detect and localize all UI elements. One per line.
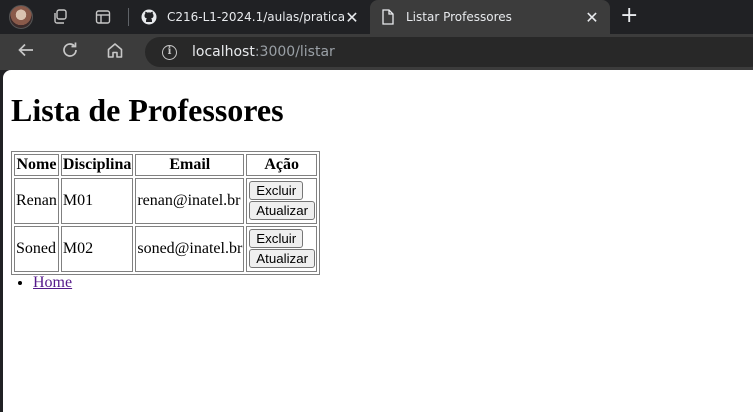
home-link[interactable]: Home bbox=[33, 274, 72, 291]
atualizar-button[interactable]: Atualizar bbox=[249, 249, 316, 268]
tab-title: C216-L1-2024.1/aulas/pratica-5/ bbox=[167, 10, 344, 24]
column-header-disciplina: Disciplina bbox=[60, 154, 134, 176]
excluir-button[interactable]: Excluir bbox=[249, 229, 304, 248]
professors-table: Nome Disciplina Email Ação Renan M01 ren… bbox=[11, 151, 321, 275]
info-icon[interactable]: i bbox=[162, 44, 177, 60]
page-title: Lista de Professores bbox=[11, 92, 284, 128]
cell-acao: Excluir Atualizar bbox=[246, 226, 318, 272]
column-header-nome: Nome bbox=[14, 154, 59, 176]
tab-github[interactable]: C216-L1-2024.1/aulas/pratica-5/ ✕ bbox=[133, 0, 370, 34]
close-icon[interactable]: ✕ bbox=[344, 8, 360, 27]
url-host: localhost bbox=[192, 44, 255, 60]
excluir-button[interactable]: Excluir bbox=[249, 181, 304, 200]
cell-email: soned@inatel.br bbox=[135, 226, 245, 272]
tab-listar-professores[interactable]: Listar Professores ✕ bbox=[370, 0, 610, 34]
table-row: Soned M02 soned@inatel.br Excluir Atuali… bbox=[14, 226, 318, 272]
atualizar-button[interactable]: Atualizar bbox=[249, 201, 316, 220]
page-viewport: Lista de Professores Nome Disciplina Ema… bbox=[3, 70, 753, 412]
nav-links: Home bbox=[11, 274, 72, 292]
github-icon bbox=[141, 9, 157, 25]
close-icon[interactable]: ✕ bbox=[584, 8, 600, 27]
cell-disciplina: M02 bbox=[60, 226, 134, 272]
workspaces-icon[interactable] bbox=[52, 9, 68, 28]
list-item: Home bbox=[33, 274, 72, 292]
cell-email: renan@inatel.br bbox=[135, 178, 245, 224]
back-arrow-icon[interactable] bbox=[17, 41, 35, 64]
cell-nome: Renan bbox=[14, 178, 59, 224]
column-header-email: Email bbox=[135, 154, 245, 176]
column-header-acao: Ação bbox=[246, 154, 318, 176]
cell-nome: Soned bbox=[14, 226, 59, 272]
address-bar[interactable]: i localhost:3000/listar bbox=[145, 37, 753, 67]
home-icon[interactable] bbox=[106, 41, 124, 64]
reload-icon[interactable] bbox=[61, 41, 79, 64]
browser-toolbar: i localhost:3000/listar bbox=[0, 34, 753, 70]
new-tab-icon[interactable]: + bbox=[620, 4, 638, 28]
tab-strip: C216-L1-2024.1/aulas/pratica-5/ ✕ Listar… bbox=[0, 0, 753, 34]
table-row: Renan M01 renan@inatel.br Excluir Atuali… bbox=[14, 178, 318, 224]
table-header-row: Nome Disciplina Email Ação bbox=[14, 154, 318, 176]
cell-disciplina: M01 bbox=[60, 178, 134, 224]
document-icon bbox=[380, 9, 396, 25]
cell-acao: Excluir Atualizar bbox=[246, 178, 318, 224]
tab-title: Listar Professores bbox=[406, 10, 512, 24]
url-path: :3000/listar bbox=[254, 44, 335, 60]
tab-actions-icon[interactable] bbox=[95, 9, 111, 28]
profile-avatar[interactable] bbox=[9, 5, 33, 29]
